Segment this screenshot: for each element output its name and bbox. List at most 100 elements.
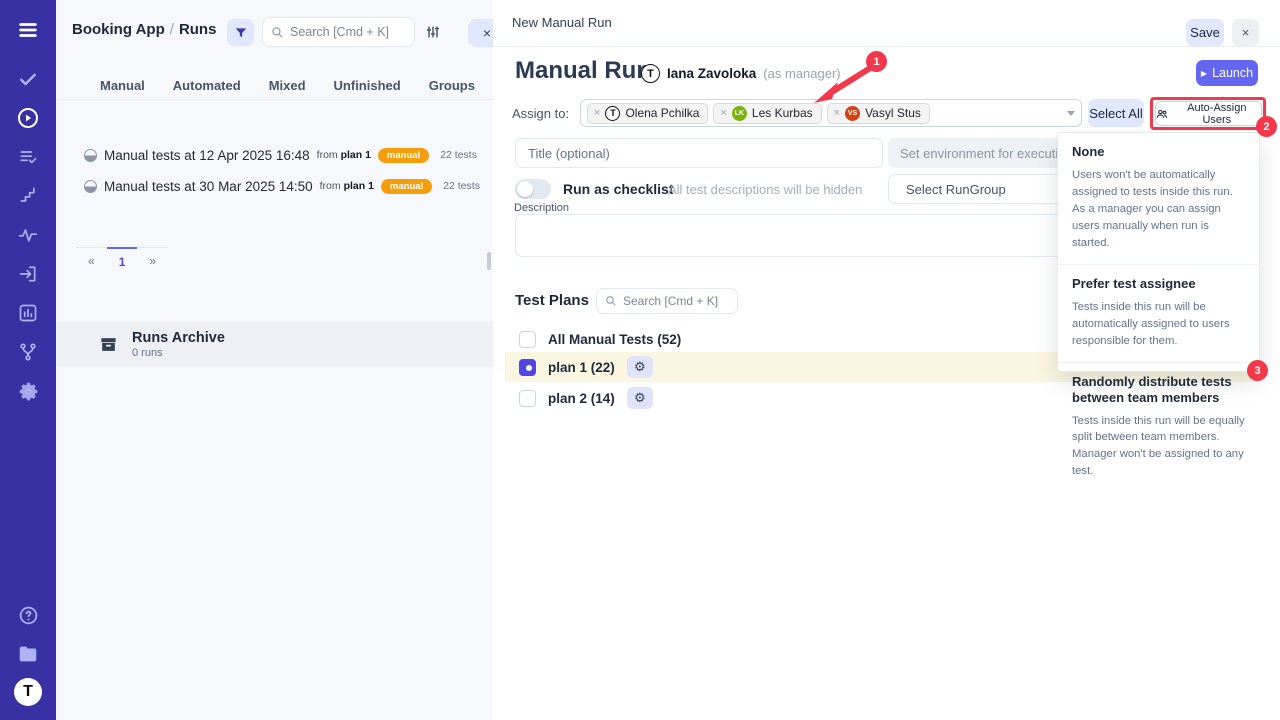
assignee-chip: × LK Les Kurbas <box>713 103 821 124</box>
run-source: from plan 1 <box>317 149 371 161</box>
manager-info: T Iana Zavoloka (as manager) <box>641 64 841 83</box>
archive-icon <box>99 335 118 354</box>
pagination-page-1[interactable]: 1 <box>107 247 138 275</box>
tab-manual[interactable]: Manual <box>100 78 145 93</box>
search-icon <box>605 295 617 307</box>
breadcrumb-page: Runs <box>179 21 217 38</box>
avatar: VS <box>845 106 860 121</box>
manual-badge: manual <box>378 148 429 163</box>
annotation-box-2 <box>1150 97 1266 130</box>
plan-label[interactable]: plan 2 (14) <box>548 391 615 406</box>
rungroup-placeholder: Select RunGroup <box>906 182 1006 197</box>
search-icon <box>271 26 284 39</box>
pagination-prev[interactable]: « <box>76 248 107 275</box>
assignee-name: Les Kurbas <box>752 106 813 120</box>
run-list-item[interactable]: Manual tests at 12 Apr 2025 16:48 from p… <box>84 144 484 166</box>
plan-label[interactable]: plan 1 (22) <box>548 360 615 375</box>
scrollbar-thumb[interactable] <box>487 252 491 270</box>
assignees-multiselect[interactable]: × T Olena Pchilka × LK Les Kurbas × VS V… <box>580 99 1082 127</box>
breadcrumb-project[interactable]: Booking App <box>72 21 165 38</box>
dropdown-option-prefer-assignee[interactable]: Prefer test assignee Tests inside this r… <box>1058 264 1259 362</box>
pagination-next[interactable]: » <box>137 248 168 275</box>
import-icon[interactable] <box>16 262 40 286</box>
remove-assignee-icon[interactable]: × <box>834 107 840 119</box>
plan-checkbox[interactable] <box>519 331 536 348</box>
menu-icon[interactable] <box>16 18 40 42</box>
annotation-step-3: 3 <box>1247 360 1268 381</box>
plan-settings-button[interactable]: ⚙ <box>627 387 653 409</box>
manager-name: Iana Zavoloka <box>667 66 756 81</box>
runs-panel: Booking App/Runs Search [Cmd + K] × Manu… <box>56 0 493 720</box>
plan-settings-button[interactable]: ⚙ <box>627 356 653 378</box>
app-logo[interactable]: T <box>14 678 42 706</box>
archive-title: Runs Archive <box>132 330 225 346</box>
page-breadcrumb-title: New Manual Run <box>512 15 612 30</box>
tab-unfinished[interactable]: Unfinished <box>334 78 401 93</box>
run-status-icon <box>84 180 97 193</box>
runs-tabs: Manual Automated Mixed Unfinished Groups… <box>72 72 493 98</box>
branch-icon[interactable] <box>16 340 40 364</box>
option-title: None <box>1072 144 1245 160</box>
analytics-icon[interactable] <box>16 301 40 325</box>
manual-badge: manual <box>381 179 432 194</box>
launch-button[interactable]: ▶ Launch <box>1196 60 1258 86</box>
run-test-count: 22 tests <box>443 180 480 192</box>
remove-assignee-icon[interactable]: × <box>594 107 600 119</box>
gear-icon: ⚙ <box>634 390 646 406</box>
test-plans-search-input[interactable]: Search [Cmd + K] <box>596 288 738 314</box>
pagination: « 1 » <box>76 247 168 275</box>
save-button[interactable]: Save <box>1186 19 1224 46</box>
checklist-label: Run as checklist <box>563 181 674 197</box>
plan-checkbox-checked[interactable] <box>519 359 536 376</box>
run-title-input[interactable] <box>515 138 883 168</box>
runs-archive[interactable]: Runs Archive 0 runs <box>56 322 493 367</box>
avatar: T <box>605 106 620 121</box>
plan-checkbox[interactable] <box>519 390 536 407</box>
annotation-step-2: 2 <box>1256 116 1277 137</box>
panel-close-button[interactable]: × <box>468 19 493 47</box>
checklist-hint: All test descriptions will be hidden <box>668 182 862 197</box>
help-icon[interactable] <box>16 603 40 627</box>
adjustments-icon[interactable] <box>425 24 441 45</box>
manager-role-note: (as manager) <box>763 66 840 81</box>
tab-mixed[interactable]: Mixed <box>269 78 306 93</box>
play-icon: ▶ <box>1201 69 1207 78</box>
run-title: Manual tests at 30 Mar 2025 14:50 <box>104 179 313 194</box>
search-placeholder: Search [Cmd + K] <box>290 25 389 39</box>
run-play-icon[interactable] <box>16 106 40 130</box>
pulse-icon[interactable] <box>16 223 40 247</box>
gear-icon[interactable] <box>16 379 40 403</box>
assignee-name: Vasyl Stus <box>865 106 921 120</box>
run-list-item[interactable]: Manual tests at 30 Mar 2025 14:50 from p… <box>84 175 484 197</box>
run-source: from plan 1 <box>320 180 374 192</box>
option-description: Tests inside this run will be automatica… <box>1072 299 1245 350</box>
select-all-button[interactable]: Select All <box>1088 99 1144 127</box>
plan-label[interactable]: All Manual Tests (52) <box>548 332 681 347</box>
annotation-step-1: 1 <box>866 51 887 72</box>
steps-icon[interactable] <box>16 184 40 208</box>
dropdown-option-random-distribute[interactable]: Randomly distribute tests between team m… <box>1058 362 1259 492</box>
run-test-count: 22 tests <box>440 149 477 161</box>
top-bar: New Manual Run Save × <box>493 0 1280 47</box>
option-description: Tests inside this run will be equally sp… <box>1072 413 1245 481</box>
run-title: Manual tests at 12 Apr 2025 16:48 <box>104 148 310 163</box>
runs-search-input[interactable]: Search [Cmd + K] <box>262 17 415 47</box>
check-icon[interactable] <box>16 67 40 91</box>
checklist-icon[interactable] <box>16 145 40 169</box>
funnel-icon <box>234 26 248 40</box>
gear-icon: ⚙ <box>634 359 646 375</box>
run-as-checklist-toggle[interactable] <box>515 179 551 199</box>
filter-button[interactable] <box>227 19 254 46</box>
assignee-name: Olena Pchilka <box>625 106 699 120</box>
close-button[interactable]: × <box>1232 19 1259 46</box>
tab-automated[interactable]: Automated <box>173 78 241 93</box>
avatar: LK <box>732 106 747 121</box>
auto-assign-dropdown: None Users won't be automatically assign… <box>1057 132 1260 372</box>
dropdown-option-none[interactable]: None Users won't be automatically assign… <box>1058 133 1259 264</box>
tab-groups[interactable]: Groups <box>429 78 475 93</box>
app-sidebar: T <box>0 0 56 720</box>
run-status-icon <box>84 149 97 162</box>
folder-icon[interactable] <box>16 642 40 666</box>
assignee-chip: × VS Vasyl Stus <box>827 103 930 124</box>
remove-assignee-icon[interactable]: × <box>720 107 726 119</box>
